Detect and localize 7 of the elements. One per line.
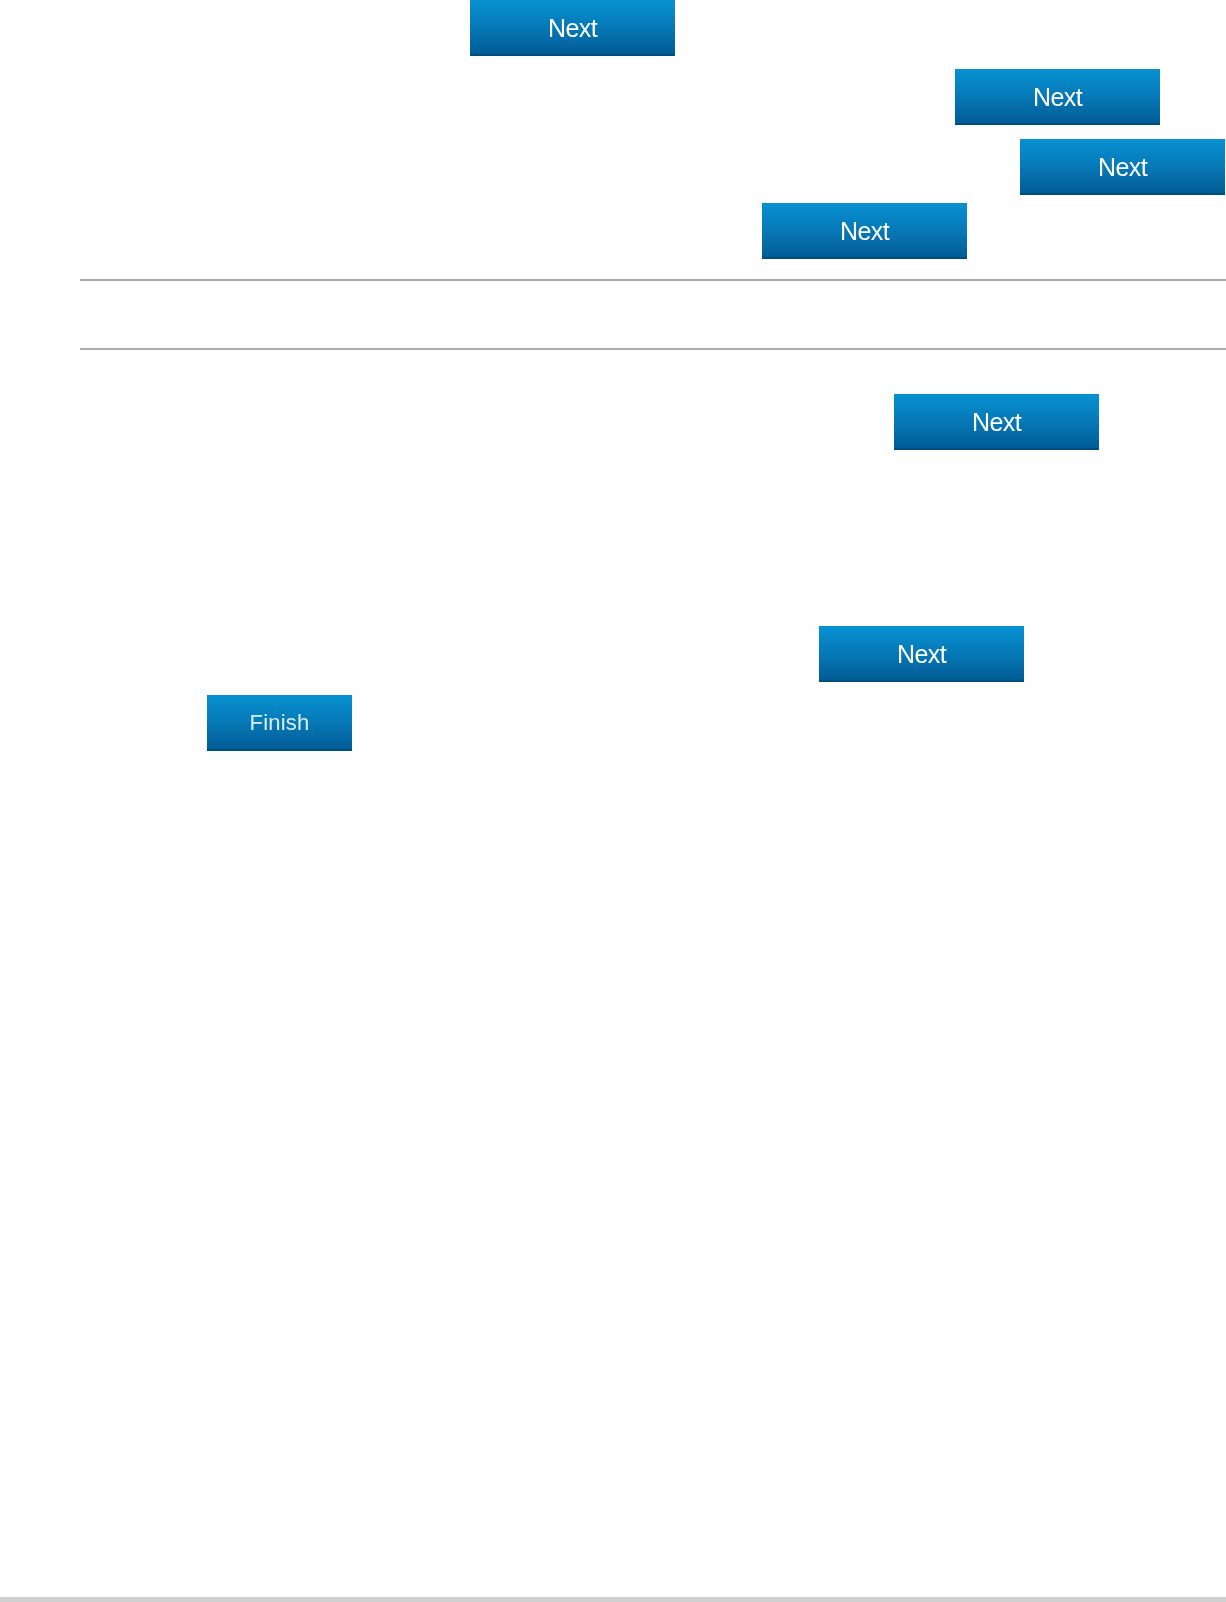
next-button[interactable]: Next bbox=[1020, 139, 1225, 195]
next-button[interactable]: Next bbox=[955, 69, 1160, 125]
finish-button[interactable]: Finish bbox=[207, 695, 352, 751]
next-button[interactable]: Next bbox=[894, 394, 1099, 450]
next-button[interactable]: Next bbox=[470, 0, 675, 56]
next-button[interactable]: Next bbox=[762, 203, 967, 259]
next-button[interactable]: Next bbox=[819, 626, 1024, 682]
